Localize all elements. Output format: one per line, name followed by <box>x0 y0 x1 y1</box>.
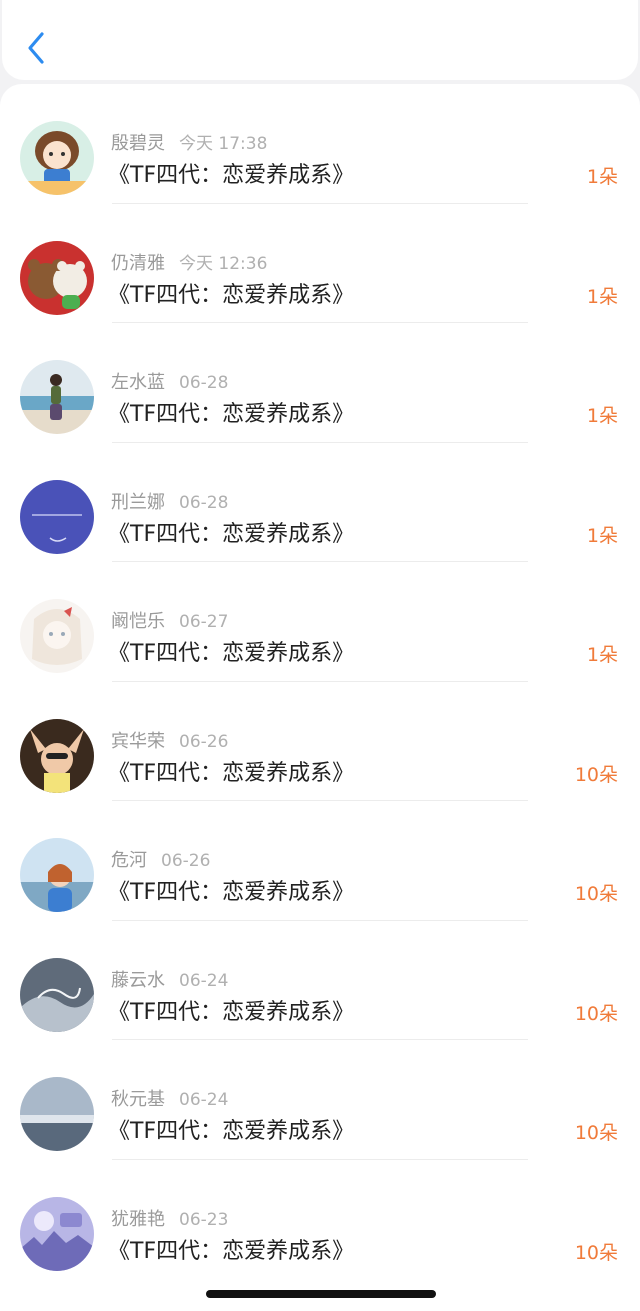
flower-count: 1朵 <box>586 405 618 427</box>
harbor-girl-avatar[interactable] <box>20 838 94 912</box>
flower-count: 10朵 <box>574 1002 618 1025</box>
list-item[interactable]: 刑兰娜 06-28 《TF四代：恋爱养成系》 1朵 <box>0 443 640 562</box>
sketch-girl-avatar[interactable] <box>20 599 94 673</box>
sender-name: 犹雅艳 06-23 <box>111 1205 228 1231</box>
sender-name: 刑兰娜 06-28 <box>111 488 228 514</box>
list-item[interactable]: 藤云水 06-24 《TF四代：恋爱养成系》 10朵 <box>0 921 640 1040</box>
sender-name-text: 刑兰娜 <box>111 491 165 513</box>
sender-name: 左水蓝 06-28 <box>111 368 228 394</box>
send-time: 06-28 <box>179 373 229 393</box>
sender-name: 藤云水 06-24 <box>111 966 228 992</box>
sender-name: 阚恺乐 06-27 <box>111 607 228 633</box>
home-indicator[interactable] <box>206 1290 436 1298</box>
anime-city-avatar[interactable] <box>20 1196 94 1271</box>
flower-count: 10朵 <box>574 1122 618 1144</box>
sender-name-text: 仍清雅 <box>111 252 165 274</box>
send-time: 06-28 <box>179 492 229 513</box>
teddy-bears-avatar[interactable] <box>20 240 94 315</box>
send-time: 06-23 <box>179 1209 229 1230</box>
flower-count: 1朵 <box>586 644 618 666</box>
sender-name: 危河 06-26 <box>111 846 210 872</box>
flower-count: 1朵 <box>586 524 618 547</box>
top-bar <box>2 0 638 80</box>
sender-name-text: 秋元基 <box>111 1089 165 1110</box>
send-time: 06-27 <box>179 612 229 632</box>
list-item[interactable]: 危河 06-26 《TF四代：恋爱养成系》 10朵 <box>0 801 640 921</box>
book-title: 《TF四代：恋爱养成系》 <box>108 1119 355 1144</box>
book-title: 《TF四代：恋爱养成系》 <box>108 163 355 188</box>
gift-list: 殷碧灵 今天 17:38 《TF四代：恋爱养成系》 1朵 仍清雅 今天 12:36 … <box>0 84 640 1311</box>
sender-name-text: 宾华荣 <box>111 730 165 752</box>
sender-name-text: 犹雅艳 <box>111 1208 165 1230</box>
flower-count: 10朵 <box>574 883 618 905</box>
book-title: 《TF四代：恋爱养成系》 <box>108 282 355 308</box>
sender-name: 宾华荣 06-26 <box>111 727 228 753</box>
list-item[interactable]: 仍清雅 今天 12:36 《TF四代：恋爱养成系》 1朵 <box>0 204 640 323</box>
send-time: 06-26 <box>161 851 211 871</box>
sender-name-text: 阚恺乐 <box>111 611 165 632</box>
sender-name: 仍清雅 今天 12:36 <box>111 249 267 275</box>
book-title: 《TF四代：恋爱养成系》 <box>108 999 355 1025</box>
send-time: 06-26 <box>179 731 229 752</box>
flower-count: 1朵 <box>586 166 618 188</box>
sender-name-text: 藤云水 <box>111 969 165 991</box>
list-item[interactable]: 犹雅艳 06-23 《TF四代：恋爱养成系》 10朵 <box>0 1160 640 1280</box>
sender-name-text: 殷碧灵 <box>111 133 165 154</box>
sender-name-text: 危河 <box>111 850 147 871</box>
cartoon-girl-avatar[interactable] <box>20 121 94 195</box>
book-title: 《TF四代：恋爱养成系》 <box>108 1238 355 1264</box>
back-button[interactable] <box>22 28 52 68</box>
sender-name: 秋元基 06-24 <box>111 1085 228 1111</box>
send-time: 06-24 <box>179 1090 229 1110</box>
book-title: 《TF四代：恋爱养成系》 <box>108 402 355 427</box>
purple-moon-avatar[interactable] <box>20 479 94 554</box>
book-title: 《TF四代：恋爱养成系》 <box>108 880 355 905</box>
sunglasses-girl-avatar[interactable] <box>20 718 94 793</box>
beach-girl-avatar[interactable] <box>20 360 94 434</box>
list-item[interactable]: 左水蓝 06-28 《TF四代：恋爱养成系》 1朵 <box>0 323 640 443</box>
sender-name: 殷碧灵 今天 17:38 <box>111 129 267 155</box>
book-title: 《TF四代：恋爱养成系》 <box>108 760 355 786</box>
hello-august-avatar[interactable] <box>20 957 94 1032</box>
flower-count: 10朵 <box>574 1241 618 1264</box>
sea-sky-avatar[interactable] <box>20 1077 94 1151</box>
chevron-left-icon <box>28 32 44 64</box>
sender-name-text: 左水蓝 <box>111 372 165 393</box>
book-title: 《TF四代：恋爱养成系》 <box>108 521 355 547</box>
list-item[interactable]: 殷碧灵 今天 17:38 《TF四代：恋爱养成系》 1朵 <box>0 84 640 204</box>
send-time: 06-24 <box>179 970 229 991</box>
flower-count: 1朵 <box>586 285 618 308</box>
send-time: 今天 12:36 <box>179 253 268 274</box>
list-item[interactable]: 阚恺乐 06-27 《TF四代：恋爱养成系》 1朵 <box>0 562 640 682</box>
book-title: 《TF四代：恋爱养成系》 <box>108 641 355 666</box>
list-item[interactable]: 宾华荣 06-26 《TF四代：恋爱养成系》 10朵 <box>0 682 640 801</box>
list-item[interactable]: 秋元基 06-24 《TF四代：恋爱养成系》 10朵 <box>0 1040 640 1160</box>
flower-count: 10朵 <box>574 763 618 786</box>
send-time: 今天 17:38 <box>179 134 268 154</box>
